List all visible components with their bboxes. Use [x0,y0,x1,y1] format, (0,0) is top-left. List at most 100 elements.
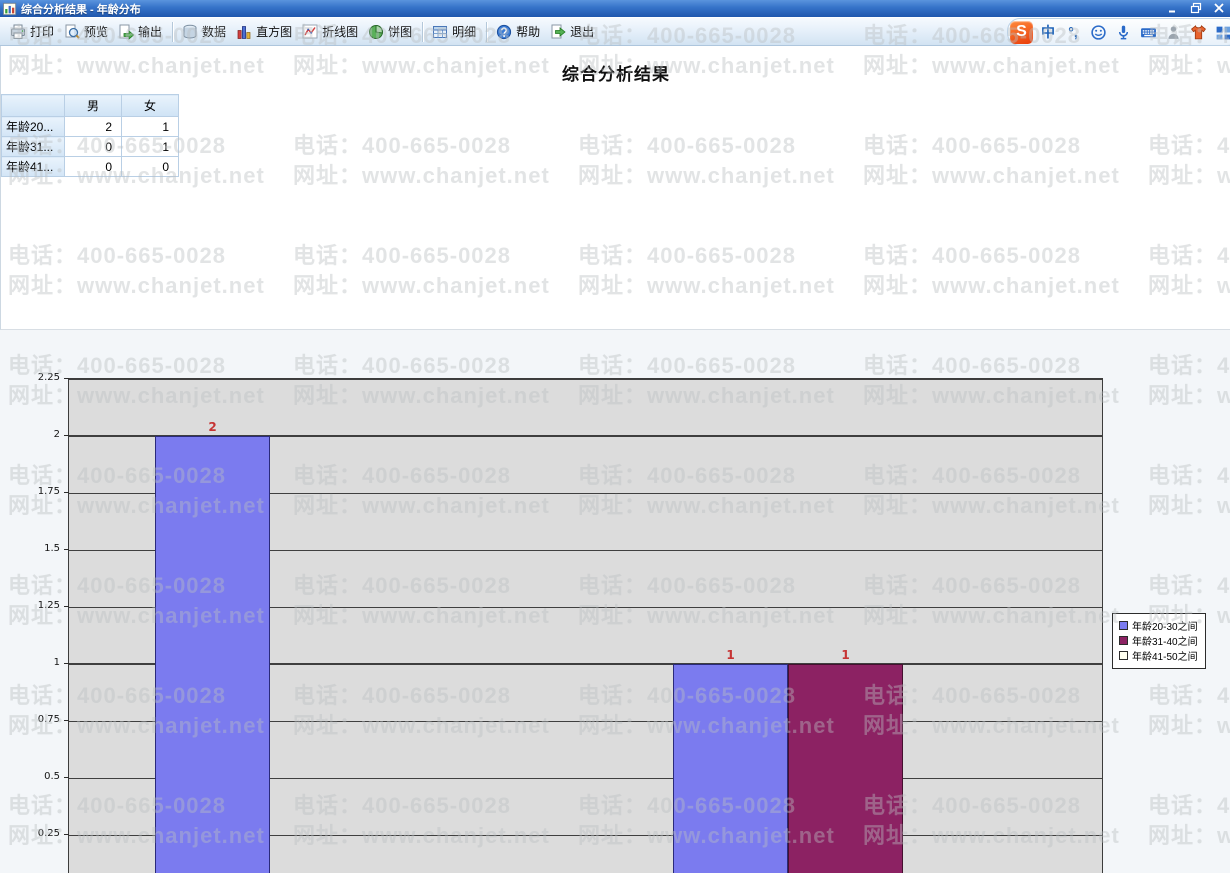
table-row[interactable]: 年龄31...01 [2,137,179,157]
table-cell-value: 2 [65,117,122,137]
toolbar-button-output[interactable]: 输出 [114,21,168,42]
table-body: 年龄20...21年龄31...01年龄41...00 [2,117,179,177]
toolbar-button-piechart[interactable]: 饼图 [364,21,418,42]
table-column-header [2,95,65,117]
toolbar-button-label: 输出 [138,23,162,40]
chart-region: 211 2.2521.751.51.2510.750.50.25 年龄20-30… [0,330,1230,873]
toolbar-separator [422,22,424,42]
bar-年龄31-40之间-女[interactable] [788,664,903,873]
toolbar-separator [172,22,174,42]
y-axis-tick-label: 2.25 [2,372,60,383]
preview-icon [64,24,80,40]
toolbar-button-label: 帮助 [516,23,540,40]
microphone-icon[interactable] [1113,21,1133,43]
histogram-icon [236,24,252,40]
legend-label: 年龄41-50之间 [1132,648,1198,663]
toolbar-button-label: 直方图 [256,23,292,40]
person-icon[interactable] [1163,21,1183,43]
legend-swatch-icon [1119,621,1128,630]
toolbar-button-detail[interactable]: 明细 [428,21,482,42]
skin-shirt-icon[interactable] [1188,21,1208,43]
y-axis-tick [64,606,69,607]
y-axis-tick-label: 0.25 [2,828,60,839]
keyboard-icon[interactable] [1138,21,1158,43]
toolbar-button-label: 预览 [84,23,108,40]
toolbar-button-label: 折线图 [322,23,358,40]
y-axis-tick [64,834,69,835]
sogou-logo-icon[interactable]: S [1010,21,1033,44]
table-cell-value: 1 [122,137,179,157]
table-column-header: 男 [65,95,122,117]
y-axis-tick-label: 2 [2,429,60,440]
pie-chart-icon [368,24,384,40]
legend-item: 年龄20-30之间 [1119,618,1198,633]
table-header-row: 男女 [2,95,179,117]
bar-value-label: 1 [788,648,903,662]
toolbar-button-preview[interactable]: 预览 [60,21,114,42]
y-axis-tick [64,777,69,778]
toolbar-button-exit[interactable]: 退出 [546,21,600,42]
legend-swatch-icon [1119,651,1128,660]
bar-年龄20-30之间-男[interactable] [155,436,270,873]
legend-label: 年龄20-30之间 [1132,618,1198,633]
toolbar-button-linechart[interactable]: 折线图 [298,21,364,42]
toolbar-buttons: 打印 预览 输出数据 直方图 折线图 饼图 明细 帮助 退出 [6,21,600,42]
report-panel: 综合分析结果 男女 年龄20...21年龄31...01年龄41...00 [0,46,1230,330]
toolbar-button-label: 打印 [30,23,54,40]
y-axis-tick-label: 0.5 [2,771,60,782]
page-title: 综合分析结果 [1,60,1230,85]
punctuation-icon[interactable]: °, [1063,21,1083,43]
detail-grid-icon [432,24,448,40]
ime-toolbar: S中°, [1007,18,1230,46]
y-axis-tick-label: 1.5 [2,543,60,554]
toolbar-separator [486,22,488,42]
y-axis-tick-label: 1.25 [2,600,60,611]
export-icon [118,24,134,40]
bar-value-label: 2 [155,420,270,434]
bar-年龄20-30之间-女[interactable] [673,664,788,873]
table-cell-value: 0 [65,137,122,157]
toolbar-button-label: 明细 [452,23,476,40]
toolbox-icon[interactable] [1213,21,1230,43]
gridline [69,379,1102,380]
title-bar[interactable]: 综合分析结果 - 年龄分布 [0,0,1230,17]
chinese-mode-label[interactable]: 中 [1038,21,1058,43]
row-label: 年龄20... [2,117,65,137]
table-row[interactable]: 年龄20...21 [2,117,179,137]
y-axis-tick [64,720,69,721]
help-icon [496,24,512,40]
exit-icon [550,24,566,40]
summary-table[interactable]: 男女 年龄20...21年龄31...01年龄41...00 [1,94,179,177]
close-icon[interactable] [1211,1,1226,14]
y-axis-tick [64,435,69,436]
table-cell-value: 0 [122,157,179,177]
database-icon [182,24,198,40]
toolbar-button-print[interactable]: 打印 [6,21,60,42]
smiley-icon[interactable] [1088,21,1108,43]
toolbar-button-data[interactable]: 数据 [178,21,232,42]
toolbar-button-label: 饼图 [388,23,412,40]
row-label: 年龄31... [2,137,65,157]
legend-label: 年龄31-40之间 [1132,633,1198,648]
table-cell-value: 0 [65,157,122,177]
toolbar-button-help[interactable]: 帮助 [492,21,546,42]
window-title: 综合分析结果 - 年龄分布 [21,1,141,17]
printer-icon [10,24,26,40]
y-axis-tick [64,549,69,550]
y-axis-tick [64,492,69,493]
table-row[interactable]: 年龄41...00 [2,157,179,177]
application-window: 综合分析结果 - 年龄分布 打印 预览 输出数据 直方图 折线图 饼图 明细 帮助 退出 S中°… [0,0,1230,873]
legend-item: 年龄31-40之间 [1119,633,1198,648]
row-label: 年龄41... [2,157,65,177]
bar-value-label: 1 [673,648,788,662]
table-cell-value: 1 [122,117,179,137]
restore-icon[interactable] [1188,1,1203,14]
minimize-icon[interactable] [1165,1,1180,14]
toolbar-button-histogram[interactable]: 直方图 [232,21,298,42]
y-axis-tick [64,663,69,664]
y-axis-tick-label: 1 [2,657,60,668]
chart-legend: 年龄20-30之间年龄31-40之间年龄41-50之间 [1112,613,1206,669]
y-axis-tick [64,378,69,379]
legend-item: 年龄41-50之间 [1119,648,1198,663]
toolbar-button-label: 退出 [570,23,594,40]
